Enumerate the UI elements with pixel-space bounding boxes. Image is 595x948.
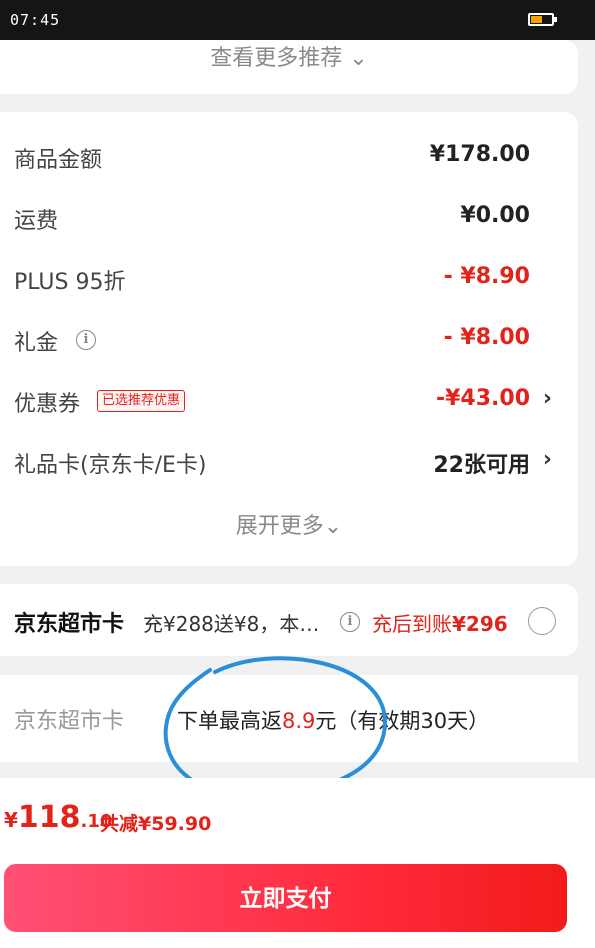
rebate-text-before: 下单最高返 [177,709,282,733]
coupon-badge: 已选推荐优惠 [97,390,186,412]
row-label: 商品金额 [14,148,103,173]
total-int: 118 [17,800,81,835]
row-label: PLUS 95折 [14,270,126,295]
offer-title: 京东超市卡 [14,612,125,637]
rebate-text-after: 元（有效期30天） [315,709,490,733]
pay-now-button[interactable]: 立即支付 [4,864,567,932]
offer-value-prefix: 充后到账 [372,612,452,636]
row-label: 优惠券 [14,392,81,417]
row-value: ¥0.00 [460,203,530,228]
row-label: 礼品卡(京东卡/E卡) [14,453,207,478]
row-value: - ¥8.00 [443,325,530,350]
row-value: ¥178.00 [429,142,530,167]
see-more-recommend-button[interactable]: 查看更多推荐 ⌄ [0,40,578,72]
battery-icon [528,13,557,26]
info-icon[interactable]: i [340,612,360,632]
rebate-card: 京东超市卡 下单最高返8.9元（有效期30天） [0,675,578,762]
offer-value: 充后到账¥296 [372,608,508,637]
expand-more-button[interactable]: 展开更多⌄ [0,508,578,540]
price-summary-card: 商品金额 ¥178.00 运费 ¥0.00 PLUS 95折 - ¥8.90 礼… [0,112,578,566]
row-value: -¥43.00 [435,386,530,411]
supermarket-card-offer[interactable]: 京东超市卡 充¥288送¥8，本… i 充后到账¥296 [0,584,578,656]
row-gift-money: 礼金 i - ¥8.00 [0,321,578,361]
row-value: - ¥8.90 [443,264,530,289]
bottom-bar: ¥118.10 共减¥59.90 立即支付 [0,778,595,948]
row-goods-amount: 商品金额 ¥178.00 [0,138,578,178]
row-shipping: 运费 ¥0.00 [0,199,578,239]
total-currency: ¥ [4,808,18,832]
rebate-text: 下单最高返8.9元（有效期30天） [177,705,489,735]
offer-value-amount: ¥296 [452,612,508,636]
status-bar: 07:45 [0,0,595,40]
total-price: ¥118.10 [4,800,112,835]
info-icon[interactable]: i [76,330,96,350]
chevron-right-icon: › [542,447,552,472]
checkout-page: 07:45 查看更多推荐 ⌄ 商品金额 ¥178.00 运费 ¥0.00 PLU… [0,0,595,948]
offer-desc: 充¥288送¥8，本… [143,612,320,636]
row-value: 22张可用 [433,453,530,478]
chevron-right-icon: › [542,386,552,411]
row-coupon[interactable]: 优惠券 已选推荐优惠 -¥43.00 › [0,382,578,422]
total-saved: 共减¥59.90 [100,813,212,835]
rebate-amount: 8.9 [282,709,316,733]
chevron-down-icon: ⌄ [349,46,368,71]
see-more-label: 查看更多推荐 [210,46,343,71]
row-gift-card[interactable]: 礼品卡(京东卡/E卡) 22张可用 › [0,443,578,483]
rebate-label: 京东超市卡 [14,709,125,734]
offer-radio[interactable] [528,607,556,635]
row-plus-discount: PLUS 95折 - ¥8.90 [0,260,578,300]
row-label: 运费 [14,209,59,234]
recommend-card: 查看更多推荐 ⌄ [0,40,578,94]
row-label: 礼金 [14,331,59,356]
battery-fill [531,16,542,23]
status-time: 07:45 [10,11,61,29]
